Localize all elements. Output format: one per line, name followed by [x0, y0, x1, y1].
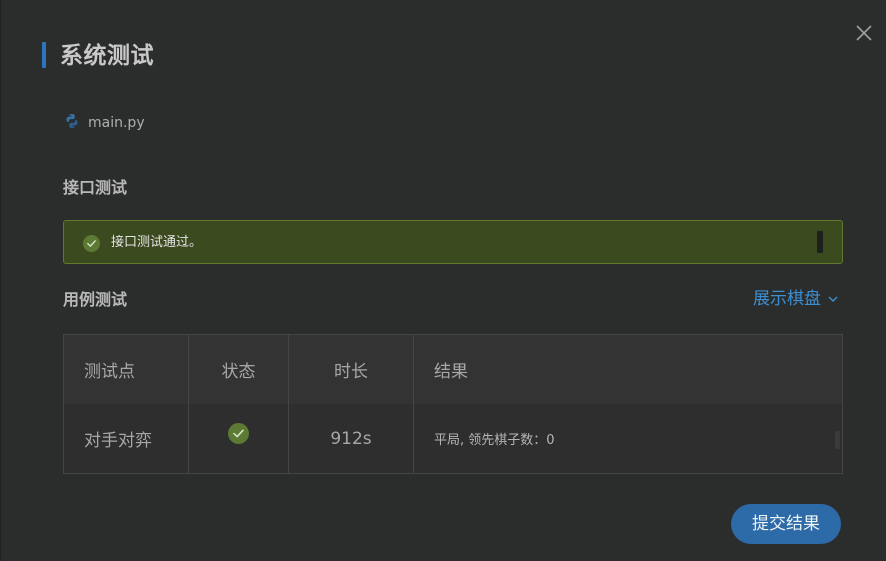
result-text: 平局, 领先棋子数：0 — [434, 433, 555, 448]
show-board-toggle[interactable]: 展示棋盘 — [753, 287, 839, 311]
chevron-down-icon — [827, 290, 839, 309]
column-header-duration: 时长 — [289, 335, 414, 404]
close-icon[interactable] — [853, 22, 875, 44]
interface-test-heading: 接口测试 — [63, 178, 128, 197]
column-header-status: 状态 — [189, 335, 289, 404]
check-circle-icon — [83, 235, 100, 252]
interface-test-message: 接口测试通过。 — [111, 235, 203, 250]
scrollbar[interactable] — [817, 231, 823, 253]
case-test-heading: 用例测试 — [63, 290, 128, 309]
status-cell — [189, 404, 289, 473]
page-title: 系统测试 — [60, 43, 154, 69]
result-cell: 平局, 领先棋子数：0 — [414, 404, 842, 473]
table-row: 对手对弈 912s 平局, 领先棋子数：0 — [64, 404, 842, 473]
title-accent-bar — [42, 42, 46, 68]
submit-button[interactable]: 提交结果 — [731, 504, 841, 544]
column-header-result: 结果 — [434, 362, 468, 382]
case-test-table: 测试点 状态 时长 结果 对手对弈 912s 平局, 领先棋子数：0 — [63, 334, 843, 474]
system-test-dialog: 系统测试 main.py 接口测试 接口测试通过。 用例测试 展示棋盘 测试点 … — [1, 0, 886, 561]
test-point-cell: 对手对弈 — [64, 404, 189, 473]
file-entry: main.py — [64, 113, 145, 133]
interface-test-result: 接口测试通过。 — [63, 220, 843, 264]
check-circle-icon — [228, 422, 249, 449]
table-header-row: 测试点 状态 时长 结果 — [64, 335, 842, 405]
scrollbar[interactable] — [835, 431, 840, 449]
duration-cell: 912s — [289, 404, 414, 473]
show-board-label: 展示棋盘 — [753, 289, 821, 309]
file-name[interactable]: main.py — [88, 115, 145, 131]
column-header-point: 测试点 — [64, 335, 189, 404]
python-icon — [64, 113, 80, 133]
